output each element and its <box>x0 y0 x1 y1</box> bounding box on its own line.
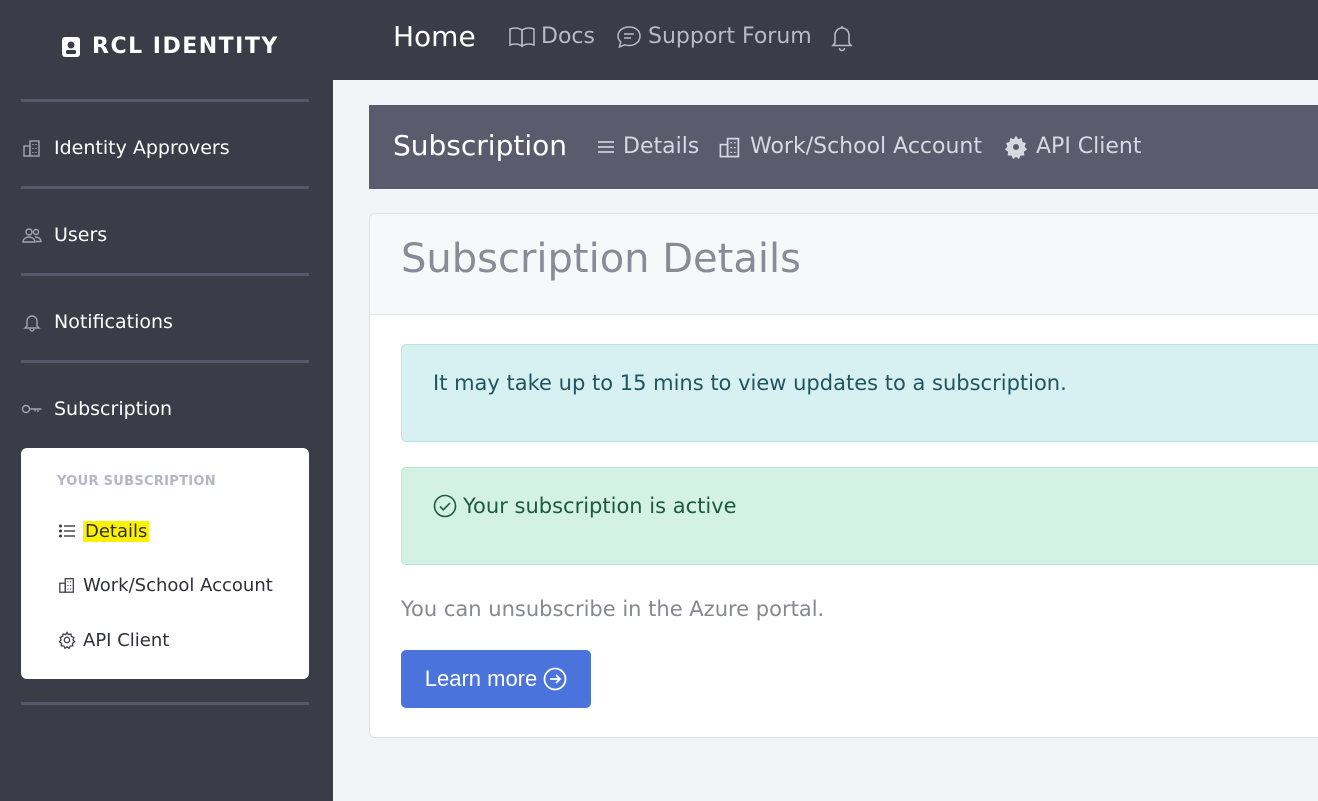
subnav-work-school-account-label: Work/School Account <box>750 134 982 159</box>
sidebar-item-label: Subscription <box>54 398 173 420</box>
info-alert-text: It may take up to 15 mins to view update… <box>433 371 1067 395</box>
nav-docs-label: Docs <box>541 24 595 49</box>
key-icon <box>21 398 43 420</box>
success-alert-text: Your subscription is active <box>463 494 737 518</box>
top-navbar: Home Docs Support Forum <box>333 0 1318 80</box>
subnav-details-label: Details <box>623 134 700 159</box>
subscription-subnav: Subscription Details Work/School Account… <box>369 105 1318 189</box>
sidebar: RCL IDENTITY Identity Approvers Users No… <box>0 0 333 801</box>
success-alert-content: Your subscription is active <box>433 494 737 518</box>
subpanel-heading: YOUR SUBSCRIPTION <box>57 474 216 489</box>
sidebar-item-label: Identity Approvers <box>54 137 230 159</box>
subnav-api-client[interactable]: API Client <box>1004 134 1142 159</box>
building-icon <box>718 135 742 159</box>
subpanel-item-details[interactable]: Details <box>57 516 150 546</box>
divider <box>21 360 309 363</box>
subpanel-item-work-school-account[interactable]: Work/School Account <box>57 570 273 600</box>
chat-icon <box>617 25 641 48</box>
page-title: Subscription Details <box>401 236 801 282</box>
divider <box>21 273 309 276</box>
learn-more-label: Learn more <box>424 666 538 691</box>
subpanel-item-label: Details <box>83 520 150 542</box>
sidebar-item-identity-approvers[interactable]: Identity Approvers <box>21 128 309 168</box>
sidebar-item-label: Users <box>54 224 108 246</box>
sidebar-item-subscription[interactable]: Subscription <box>21 389 309 429</box>
subscription-details-card: Subscription Details It may take up to 1… <box>369 213 1318 738</box>
subnav-work-school-account[interactable]: Work/School Account <box>718 134 982 159</box>
building-icon <box>57 575 77 595</box>
book-icon <box>509 26 535 47</box>
sidebar-item-label: Notifications <box>54 311 173 333</box>
sidebar-item-users[interactable]: Users <box>21 215 309 255</box>
gear-icon <box>57 630 77 650</box>
card-header: Subscription Details <box>370 214 1318 315</box>
subnav-title: Subscription <box>393 129 567 162</box>
subscription-subpanel: YOUR SUBSCRIPTION Details Work/School Ac… <box>21 448 309 679</box>
nav-support-forum-label: Support Forum <box>648 24 812 49</box>
users-icon <box>21 224 43 246</box>
subpanel-item-label: Work/School Account <box>83 574 273 596</box>
learn-more-button[interactable]: Learn more <box>401 650 591 708</box>
arrow-right-circle-icon <box>543 667 567 691</box>
bell-icon <box>21 311 43 333</box>
gear-icon <box>1004 135 1028 159</box>
subnav-details[interactable]: Details <box>597 134 699 159</box>
brand[interactable]: RCL IDENTITY <box>60 34 279 59</box>
subpanel-item-api-client[interactable]: API Client <box>57 625 169 655</box>
divider <box>21 99 309 102</box>
divider <box>21 702 309 705</box>
check-circle-icon <box>433 494 457 518</box>
sidebar-item-notifications[interactable]: Notifications <box>21 302 309 342</box>
nav-docs[interactable]: Docs <box>509 24 595 49</box>
info-alert: It may take up to 15 mins to view update… <box>401 344 1318 442</box>
divider <box>21 186 309 189</box>
subpanel-item-label: API Client <box>83 629 170 651</box>
id-badge-icon <box>62 36 80 57</box>
unsubscribe-text: You can unsubscribe in the Azure portal. <box>401 597 825 621</box>
brand-name: RCL IDENTITY <box>92 34 279 59</box>
building-icon <box>21 137 43 159</box>
bell-icon[interactable] <box>830 24 854 56</box>
list-icon <box>57 521 77 541</box>
list-icon <box>597 138 615 156</box>
subnav-api-client-label: API Client <box>1036 134 1142 159</box>
nav-home[interactable]: Home <box>393 20 476 53</box>
nav-support-forum[interactable]: Support Forum <box>616 24 812 49</box>
success-alert: Your subscription is active <box>401 467 1318 565</box>
